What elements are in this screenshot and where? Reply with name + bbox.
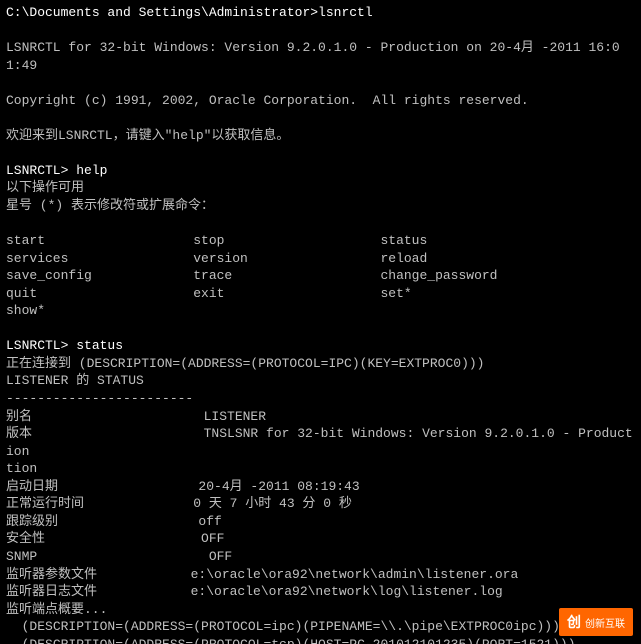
terminal-line: LSNRCTL> help (6, 162, 635, 180)
terminal-line: LISTENER 的 STATUS (6, 372, 635, 390)
terminal-line (6, 22, 635, 40)
terminal-line: 安全性 OFF (6, 530, 635, 548)
terminal-line: start stop status (6, 232, 635, 250)
terminal-line: 欢迎来到LSNRCTL，请键入"help"以获取信息。 (6, 127, 635, 145)
terminal-line: 正在连接到 (DESCRIPTION=(ADDRESS=(PROTOCOL=IP… (6, 355, 635, 373)
terminal-line: C:\Documents and Settings\Administrator>… (6, 4, 635, 22)
terminal-line: 跟踪级别 off (6, 513, 635, 531)
watermark-text: 创新互联 (585, 615, 625, 630)
terminal-line: ------------------------ (6, 390, 635, 408)
terminal-line: Copyright (c) 1991, 2002, Oracle Corpora… (6, 92, 635, 110)
terminal-line: 启动日期 20-4月 -2011 08:19:43 (6, 478, 635, 496)
terminal-line: (DESCRIPTION=(ADDRESS=(PROTOCOL=ipc)(PIP… (6, 618, 635, 636)
terminal-line (6, 74, 635, 92)
terminal-line: show* (6, 302, 635, 320)
watermark-icon: 创 (567, 612, 581, 632)
terminal-line: 以下操作可用 (6, 179, 635, 197)
terminal-line: quit exit set* (6, 285, 635, 303)
terminal-line (6, 320, 635, 338)
terminal-line: 别名 LISTENER (6, 408, 635, 426)
terminal-line (6, 215, 635, 233)
terminal-line: 监听器参数文件 e:\oracle\ora92\network\admin\li… (6, 566, 635, 584)
terminal-line: LSNRCTL for 32-bit Windows: Version 9.2.… (6, 39, 635, 74)
terminal-line (6, 144, 635, 162)
terminal-line: SNMP OFF (6, 548, 635, 566)
terminal-window[interactable]: C:\Documents and Settings\Administrator>… (0, 0, 641, 644)
watermark: 创 创新互联 (559, 608, 633, 636)
terminal-line: tion (6, 460, 635, 478)
terminal-line: 星号 (*) 表示修改符或扩展命令： (6, 197, 635, 215)
terminal-line: save_config trace change_password (6, 267, 635, 285)
terminal-line: 正常运行时间 0 天 7 小时 43 分 0 秒 (6, 495, 635, 513)
terminal-line: 监听器日志文件 e:\oracle\ora92\network\log\list… (6, 583, 635, 601)
terminal-line: LSNRCTL> status (6, 337, 635, 355)
terminal-line: (DESCRIPTION=(ADDRESS=(PROTOCOL=tcp)(HOS… (6, 636, 635, 644)
terminal-line: services version reload (6, 250, 635, 268)
terminal-line: 版本 TNSLSNR for 32-bit Windows: Version 9… (6, 425, 635, 460)
terminal-line (6, 109, 635, 127)
terminal-line: 监听端点概要... (6, 601, 635, 619)
